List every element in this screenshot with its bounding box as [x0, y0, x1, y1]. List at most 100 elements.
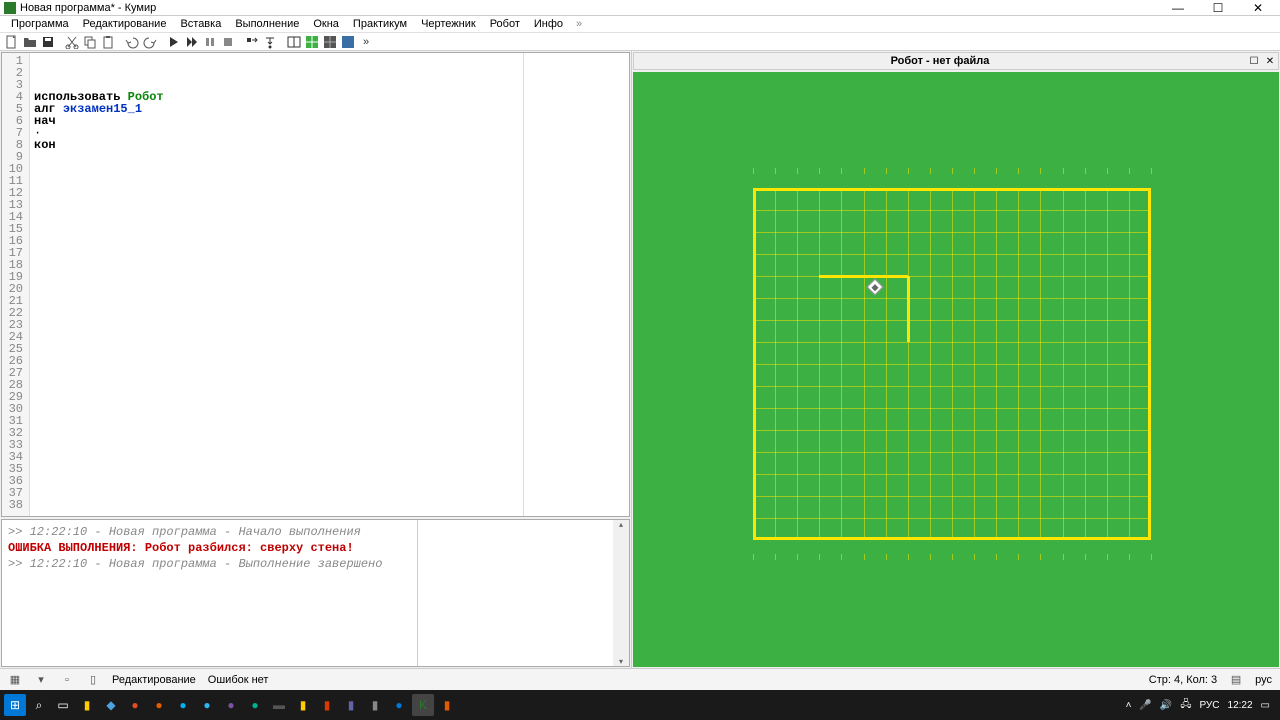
robot-panel-header: Робот - нет файла ☐ ✕ — [633, 52, 1279, 70]
menu-вставка[interactable]: Вставка — [173, 17, 228, 31]
grid-blue-icon[interactable] — [340, 34, 356, 50]
robot-wall — [907, 276, 910, 342]
menu-робот[interactable]: Робот — [483, 17, 527, 31]
console-line: >> 12:22:10 - Новая программа - Начало в… — [8, 524, 411, 540]
code-line[interactable]: · — [34, 127, 625, 139]
task-app-11[interactable]: ▮ — [340, 694, 362, 716]
menu-окна[interactable]: Окна — [306, 17, 346, 31]
window-title: Новая программа* - Кумир — [20, 2, 1164, 14]
code-line[interactable]: алг экзамен15_1 — [34, 103, 625, 115]
maximize-button[interactable]: ☐ — [1204, 1, 1232, 15]
robot-wall — [819, 275, 907, 278]
menu-инфо[interactable]: Инфо — [527, 17, 570, 31]
task-app-1[interactable]: ◆ — [100, 694, 122, 716]
status-icon-5[interactable]: ▤ — [1229, 673, 1243, 687]
status-icon-1[interactable]: ▦ — [8, 673, 22, 687]
task-app-12[interactable]: ▮ — [364, 694, 386, 716]
tray-mic-icon[interactable]: 🎤 — [1139, 700, 1151, 711]
toolbar: » — [0, 33, 1280, 51]
undo-icon[interactable] — [124, 34, 140, 50]
search-icon[interactable]: ⌕ — [28, 694, 50, 716]
cut-icon[interactable] — [64, 34, 80, 50]
console-right-pane — [417, 520, 613, 666]
pause-icon[interactable] — [202, 34, 218, 50]
task-app-3[interactable]: ● — [148, 694, 170, 716]
menu-практикум[interactable]: Практикум — [346, 17, 414, 31]
menu-выполнение[interactable]: Выполнение — [228, 17, 306, 31]
status-bar: ▦ ▾ ▫ ▯ Редактирование Ошибок нет Стр: 4… — [0, 668, 1280, 690]
robot-close-icon[interactable]: ✕ — [1262, 56, 1278, 67]
code-area[interactable]: использовать Роботалг экзамен15_1нач·кон — [30, 53, 629, 516]
task-app-10[interactable]: ▮ — [316, 694, 338, 716]
tray-volume-icon[interactable]: 🔊 — [1160, 700, 1172, 711]
code-line[interactable]: нач — [34, 115, 625, 127]
status-mode: Редактирование — [112, 674, 196, 686]
system-tray[interactable]: ˄ 🎤 🔊 🖧 РУС 12:22 ▭ — [1126, 697, 1276, 714]
start-button[interactable]: ⊞ — [4, 694, 26, 716]
menu-чертежник[interactable]: Чертежник — [414, 17, 483, 31]
paste-icon[interactable] — [100, 34, 116, 50]
redo-icon[interactable] — [142, 34, 158, 50]
windows-taskbar: ⊞ ⌕ ▭ ▮ ◆ ● ● ● ● ● ● ▬ ▮ ▮ ▮ ▮ ● K ▮ ˄ … — [0, 690, 1280, 720]
more-icon[interactable]: » — [358, 34, 374, 50]
console-line: >> 12:22:10 - Новая программа - Выполнен… — [8, 556, 411, 572]
menu-more[interactable]: » — [570, 17, 588, 31]
robot-sprite — [866, 279, 883, 296]
new-file-icon[interactable] — [4, 34, 20, 50]
tray-keyboard[interactable]: РУС — [1199, 700, 1219, 711]
console-output[interactable]: >> 12:22:10 - Новая программа - Начало в… — [2, 520, 417, 666]
tray-chevron-icon[interactable]: ˄ — [1126, 700, 1132, 711]
grid-green-icon[interactable] — [304, 34, 320, 50]
app-icon — [4, 2, 16, 14]
step-into-icon[interactable] — [262, 34, 278, 50]
save-icon[interactable] — [40, 34, 56, 50]
left-column: 1234567891011121314151617181920212223242… — [0, 51, 632, 668]
menu-программа[interactable]: Программа — [4, 17, 76, 31]
console-line: ОШИБКА ВЫПОЛНЕНИЯ: Робот разбился: сверх… — [8, 540, 411, 556]
step-icon[interactable] — [244, 34, 260, 50]
console-panel: >> 12:22:10 - Новая программа - Начало в… — [1, 519, 630, 667]
tray-network-icon[interactable]: 🖧 — [1180, 697, 1191, 714]
status-icon-4[interactable]: ▯ — [86, 673, 100, 687]
task-app-13[interactable]: ● — [388, 694, 410, 716]
right-column: Робот - нет файла ☐ ✕ — [632, 51, 1280, 668]
grid-dark-icon[interactable] — [322, 34, 338, 50]
task-app-7[interactable]: ● — [244, 694, 266, 716]
task-app-2[interactable]: ● — [124, 694, 146, 716]
explorer-icon[interactable]: ▮ — [76, 694, 98, 716]
tray-notifications-icon[interactable]: ▭ — [1261, 700, 1270, 711]
robot-panel-title: Робот - нет файла — [634, 55, 1246, 67]
run-icon[interactable] — [166, 34, 182, 50]
scrollbar[interactable] — [613, 520, 629, 666]
task-app-14[interactable]: ▮ — [436, 694, 458, 716]
title-bar: Новая программа* - Кумир — ☐ ✕ — [0, 0, 1280, 16]
task-app-4[interactable]: ● — [172, 694, 194, 716]
main-area: 1234567891011121314151617181920212223242… — [0, 51, 1280, 668]
status-position: Стр: 4, Кол: 3 — [1149, 674, 1217, 686]
task-kumir[interactable]: K — [412, 694, 434, 716]
menu-редактирование[interactable]: Редактирование — [76, 17, 174, 31]
task-app-5[interactable]: ● — [196, 694, 218, 716]
status-lang: рус — [1255, 674, 1272, 686]
layout-split-icon[interactable] — [286, 34, 302, 50]
close-button[interactable]: ✕ — [1244, 1, 1272, 15]
code-editor[interactable]: 1234567891011121314151617181920212223242… — [1, 52, 630, 517]
robot-field[interactable] — [633, 72, 1279, 667]
copy-icon[interactable] — [82, 34, 98, 50]
taskview-icon[interactable]: ▭ — [52, 694, 74, 716]
status-icon-2[interactable]: ▾ — [34, 673, 48, 687]
line-gutter: 1234567891011121314151617181920212223242… — [2, 53, 30, 516]
task-app-6[interactable]: ● — [220, 694, 242, 716]
code-line[interactable]: кон — [34, 139, 625, 151]
tray-clock[interactable]: 12:22 — [1228, 700, 1253, 711]
status-icon-3[interactable]: ▫ — [60, 673, 74, 687]
robot-maximize-icon[interactable]: ☐ — [1246, 56, 1262, 67]
task-app-9[interactable]: ▮ — [292, 694, 314, 716]
margin-line — [523, 53, 524, 516]
open-file-icon[interactable] — [22, 34, 38, 50]
run-fast-icon[interactable] — [184, 34, 200, 50]
minimize-button[interactable]: — — [1164, 1, 1192, 15]
menu-bar: ПрограммаРедактированиеВставкаВыполнение… — [0, 16, 1280, 33]
task-app-8[interactable]: ▬ — [268, 694, 290, 716]
stop-icon[interactable] — [220, 34, 236, 50]
